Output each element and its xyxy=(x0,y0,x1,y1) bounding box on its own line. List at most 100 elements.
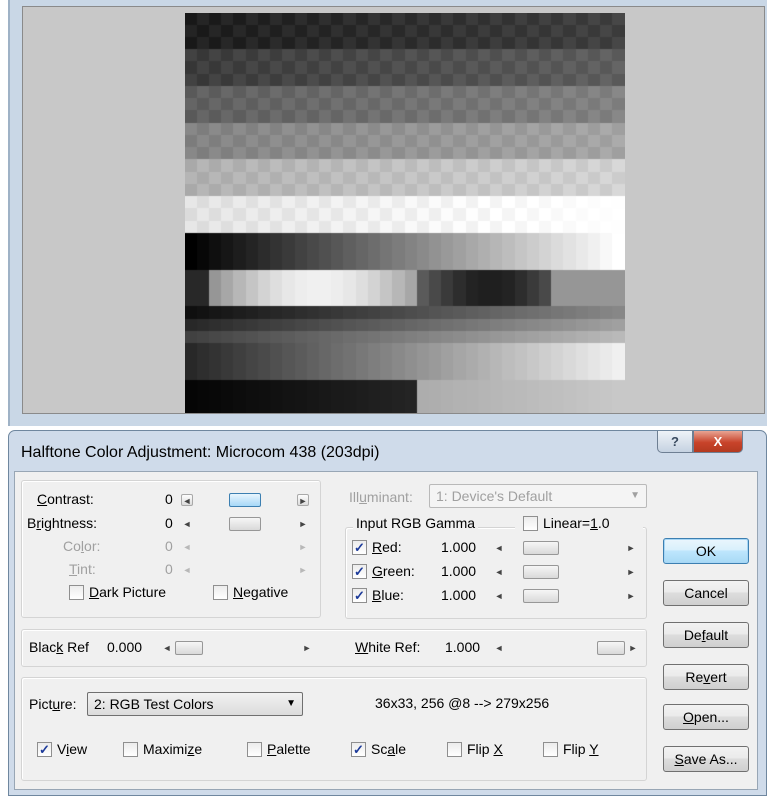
black-ref-label: Black Ref xyxy=(29,639,89,655)
illuminant-label: Illuminant: xyxy=(349,489,413,505)
black-ref-slider[interactable]: ◄ ► xyxy=(161,639,313,657)
picture-info: 36x33, 256 @8 --> 279x256 xyxy=(375,695,550,711)
brightness-slider[interactable]: ◄ ► xyxy=(181,515,309,533)
palette-label[interactable]: Palette xyxy=(267,741,311,757)
dialog-client: Contrast: 0 ◄ ► Brightness: 0 ◄ ► Color:… xyxy=(14,471,758,790)
arrow-left-icon: ◄ xyxy=(182,565,192,575)
flip-y-label[interactable]: Flip Y xyxy=(563,741,599,757)
arrow-left-icon[interactable]: ◄ xyxy=(493,566,505,578)
title-bar[interactable]: Halftone Color Adjustment: Microcom 438 … xyxy=(9,431,766,471)
red-label[interactable]: Red: xyxy=(372,539,402,555)
palette-checkbox[interactable] xyxy=(247,742,262,757)
blue-checkbox[interactable]: ✓ xyxy=(352,588,367,603)
arrow-right-icon[interactable]: ► xyxy=(301,642,313,654)
view-checkbox[interactable]: ✓ xyxy=(37,742,52,757)
linear-checkbox[interactable] xyxy=(523,516,538,531)
green-thumb[interactable] xyxy=(523,565,559,579)
arrow-right-icon[interactable]: ► xyxy=(297,494,309,506)
brightness-value: 0 xyxy=(165,515,173,531)
color-slider: ◄ ► xyxy=(181,538,309,556)
arrow-left-icon[interactable]: ◄ xyxy=(493,642,505,654)
negative-label[interactable]: Negative xyxy=(233,584,288,600)
contrast-label: Contrast: xyxy=(37,491,94,507)
close-button[interactable]: X xyxy=(693,431,743,453)
contrast-value: 0 xyxy=(165,491,173,507)
gamma-title: Input RGB Gamma xyxy=(353,515,479,531)
white-ref-thumb[interactable] xyxy=(597,641,625,655)
brightness-thumb[interactable] xyxy=(229,517,261,531)
ok-button[interactable]: OK xyxy=(663,538,749,564)
halftone-dialog: Halftone Color Adjustment: Microcom 438 … xyxy=(8,430,767,796)
brightness-label: Brightness: xyxy=(27,515,98,531)
illuminant-value: 1: Device's Default xyxy=(436,488,553,504)
maximize-label[interactable]: Maximize xyxy=(143,741,202,757)
default-button[interactable]: Default xyxy=(663,622,749,648)
arrow-right-icon[interactable]: ► xyxy=(627,642,639,654)
scale-checkbox[interactable]: ✓ xyxy=(351,742,366,757)
dark-picture-label[interactable]: Dark Picture xyxy=(89,584,166,600)
linear-label[interactable]: Linear=1.0 xyxy=(543,515,610,531)
cancel-button[interactable]: Cancel xyxy=(663,580,749,606)
red-thumb[interactable] xyxy=(523,541,559,555)
blue-slider[interactable]: ◄ ► xyxy=(493,587,637,605)
chevron-down-icon[interactable]: ▼ xyxy=(286,698,296,709)
picture-select[interactable]: 2: RGB Test Colors ▼ xyxy=(87,692,303,716)
arrow-right-icon[interactable]: ► xyxy=(625,590,637,602)
arrow-left-icon: ◄ xyxy=(182,542,192,552)
arrow-right-icon: ► xyxy=(298,542,308,552)
white-ref-value: 1.000 xyxy=(445,639,481,655)
help-button[interactable]: ? xyxy=(657,431,693,453)
close-icon: X xyxy=(713,434,723,449)
scale-label[interactable]: Scale xyxy=(371,741,406,757)
arrow-left-icon[interactable]: ◄ xyxy=(181,518,193,530)
preview-area xyxy=(22,6,765,414)
flip-y-checkbox[interactable] xyxy=(543,742,558,757)
color-value: 0 xyxy=(165,538,173,554)
flip-x-checkbox[interactable] xyxy=(447,742,462,757)
contrast-slider[interactable]: ◄ ► xyxy=(181,491,309,509)
view-label[interactable]: View xyxy=(57,741,87,757)
tint-slider: ◄ ► xyxy=(181,561,309,579)
white-ref-label: White Ref: xyxy=(355,639,421,655)
revert-button[interactable]: Revert xyxy=(663,664,749,690)
tint-label: Tint: xyxy=(69,561,96,577)
black-ref-thumb[interactable] xyxy=(175,641,203,655)
arrow-left-icon[interactable]: ◄ xyxy=(493,542,505,554)
blue-value: 1.000 xyxy=(441,587,477,603)
open-button[interactable]: Open... xyxy=(663,704,749,730)
contrast-thumb[interactable] xyxy=(229,493,261,507)
test-pattern-preview xyxy=(185,13,625,413)
help-icon: ? xyxy=(671,434,679,449)
red-checkbox[interactable]: ✓ xyxy=(352,540,367,555)
arrow-left-icon[interactable]: ◄ xyxy=(181,494,193,506)
red-slider[interactable]: ◄ ► xyxy=(493,539,637,557)
arrow-left-icon[interactable]: ◄ xyxy=(161,642,173,654)
white-ref-slider[interactable]: ◄ ► xyxy=(493,639,639,657)
flip-x-label[interactable]: Flip X xyxy=(467,741,503,757)
preview-window xyxy=(8,0,767,426)
black-ref-value: 0.000 xyxy=(107,639,143,655)
maximize-checkbox[interactable] xyxy=(123,742,138,757)
dialog-title: Halftone Color Adjustment: Microcom 438 … xyxy=(21,444,380,461)
arrow-left-icon[interactable]: ◄ xyxy=(493,590,505,602)
blue-thumb[interactable] xyxy=(523,589,559,603)
green-label[interactable]: Green: xyxy=(372,563,415,579)
dark-picture-checkbox[interactable] xyxy=(69,585,84,600)
blue-label[interactable]: Blue: xyxy=(372,587,404,603)
picture-selected: 2: RGB Test Colors xyxy=(94,696,214,712)
red-value: 1.000 xyxy=(441,539,477,555)
arrow-right-icon[interactable]: ► xyxy=(625,566,637,578)
arrow-right-icon: ► xyxy=(298,565,308,575)
arrow-right-icon[interactable]: ► xyxy=(625,542,637,554)
arrow-right-icon[interactable]: ► xyxy=(297,518,309,530)
chevron-down-icon: ▼ xyxy=(630,490,640,501)
tint-value: 0 xyxy=(165,561,173,577)
illuminant-select: 1: Device's Default ▼ xyxy=(429,484,647,508)
save-as-button[interactable]: Save As... xyxy=(663,746,749,772)
negative-checkbox[interactable] xyxy=(213,585,228,600)
picture-label: Picture: xyxy=(29,696,77,712)
color-label: Color: xyxy=(63,538,101,554)
green-checkbox[interactable]: ✓ xyxy=(352,564,367,579)
green-value: 1.000 xyxy=(441,563,477,579)
green-slider[interactable]: ◄ ► xyxy=(493,563,637,581)
